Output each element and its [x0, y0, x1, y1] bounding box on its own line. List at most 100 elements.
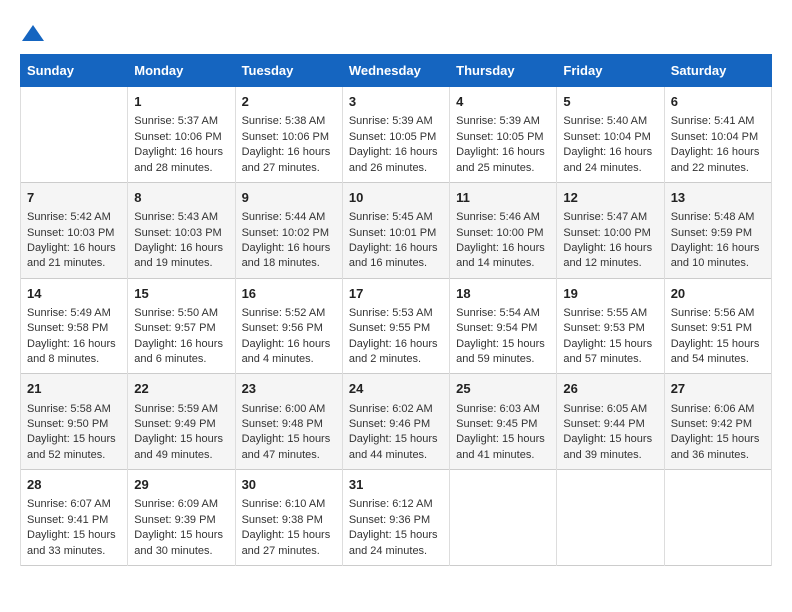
calendar-cell: 12 Sunrise: 5:47 AM Sunset: 10:00 PM Dayl…: [557, 182, 664, 278]
calendar-cell: [21, 87, 128, 183]
day-info: Sunrise: 6:10 AM Sunset: 9:38 PM Dayligh…: [242, 497, 336, 559]
day-number: 10: [349, 189, 443, 207]
day-number: 14: [27, 285, 121, 303]
day-number: 3: [349, 93, 443, 111]
day-info: Sunrise: 6:03 AM Sunset: 9:45 PM Dayligh…: [456, 402, 550, 464]
day-info: Sunrise: 5:39 AM Sunset: 10:05 PM Daylig…: [456, 114, 550, 176]
calendar-cell: 13 Sunrise: 5:48 AM Sunset: 9:59 PM Dayli…: [664, 182, 771, 278]
logo-arrow-icon: [22, 25, 44, 41]
day-number: 27: [671, 380, 765, 398]
day-number: 9: [242, 189, 336, 207]
calendar-cell: [557, 470, 664, 566]
logo: [20, 20, 44, 44]
day-info: Sunrise: 5:38 AM Sunset: 10:06 PM Daylig…: [242, 114, 336, 176]
day-info: Sunrise: 5:49 AM Sunset: 9:58 PM Dayligh…: [27, 306, 121, 368]
day-number: 25: [456, 380, 550, 398]
calendar-cell: 10Sunrise: 5:45 AM Sunset: 10:01 PM Dayl…: [342, 182, 449, 278]
day-info: Sunrise: 5:56 AM Sunset: 9:51 PM Dayligh…: [671, 306, 765, 368]
day-number: 12: [563, 189, 657, 207]
day-number: 7: [27, 189, 121, 207]
day-info: Sunrise: 5:55 AM Sunset: 9:53 PM Dayligh…: [563, 306, 657, 368]
calendar-header: SundayMondayTuesdayWednesdayThursdayFrid…: [21, 55, 772, 87]
calendar-cell: 28 Sunrise: 6:07 AM Sunset: 9:41 PM Dayli…: [21, 470, 128, 566]
calendar-cell: [664, 470, 771, 566]
weekday-header-monday: Monday: [128, 55, 235, 87]
day-number: 5: [563, 93, 657, 111]
calendar-cell: 5 Sunrise: 5:40 AM Sunset: 10:04 PM Dayli…: [557, 87, 664, 183]
calendar-cell: 31 Sunrise: 6:12 AM Sunset: 9:36 PM Dayli…: [342, 470, 449, 566]
calendar-cell: 14 Sunrise: 5:49 AM Sunset: 9:58 PM Dayli…: [21, 278, 128, 374]
calendar-cell: 3 Sunrise: 5:39 AM Sunset: 10:05 PM Dayli…: [342, 87, 449, 183]
calendar-cell: 7 Sunrise: 5:42 AM Sunset: 10:03 PM Dayli…: [21, 182, 128, 278]
day-info: Sunrise: 5:54 AM Sunset: 9:54 PM Dayligh…: [456, 306, 550, 368]
logo-text: [20, 20, 44, 44]
weekday-header-friday: Friday: [557, 55, 664, 87]
calendar-cell: 9Sunrise: 5:44 AM Sunset: 10:02 PM Dayli…: [235, 182, 342, 278]
day-info: Sunrise: 6:09 AM Sunset: 9:39 PM Dayligh…: [134, 497, 228, 559]
day-number: 6: [671, 93, 765, 111]
day-number: 4: [456, 93, 550, 111]
calendar-cell: 25 Sunrise: 6:03 AM Sunset: 9:45 PM Dayli…: [450, 374, 557, 470]
day-number: 11: [456, 189, 550, 207]
day-number: 26: [563, 380, 657, 398]
calendar-cell: 11 Sunrise: 5:46 AM Sunset: 10:00 PM Dayl…: [450, 182, 557, 278]
calendar-cell: 29 Sunrise: 6:09 AM Sunset: 9:39 PM Dayli…: [128, 470, 235, 566]
calendar-cell: 19 Sunrise: 5:55 AM Sunset: 9:53 PM Dayli…: [557, 278, 664, 374]
calendar-cell: 23Sunrise: 6:00 AM Sunset: 9:48 PM Dayli…: [235, 374, 342, 470]
weekday-header-thursday: Thursday: [450, 55, 557, 87]
day-number: 15: [134, 285, 228, 303]
calendar-cell: 15 Sunrise: 5:50 AM Sunset: 9:57 PM Dayli…: [128, 278, 235, 374]
calendar-cell: 22Sunrise: 5:59 AM Sunset: 9:49 PM Dayli…: [128, 374, 235, 470]
day-info: Sunrise: 5:46 AM Sunset: 10:00 PM Daylig…: [456, 210, 550, 272]
day-number: 2: [242, 93, 336, 111]
weekday-header-tuesday: Tuesday: [235, 55, 342, 87]
calendar-cell: 1Sunrise: 5:37 AM Sunset: 10:06 PM Dayli…: [128, 87, 235, 183]
calendar-week-2: 7 Sunrise: 5:42 AM Sunset: 10:03 PM Dayli…: [21, 182, 772, 278]
day-number: 30: [242, 476, 336, 494]
weekday-header-wednesday: Wednesday: [342, 55, 449, 87]
day-number: 29: [134, 476, 228, 494]
day-info: Sunrise: 5:39 AM Sunset: 10:05 PM Daylig…: [349, 114, 443, 176]
day-number: 18: [456, 285, 550, 303]
day-number: 28: [27, 476, 121, 494]
day-info: Sunrise: 5:40 AM Sunset: 10:04 PM Daylig…: [563, 114, 657, 176]
calendar-cell: 24 Sunrise: 6:02 AM Sunset: 9:46 PM Dayli…: [342, 374, 449, 470]
day-info: Sunrise: 5:48 AM Sunset: 9:59 PM Dayligh…: [671, 210, 765, 272]
calendar-table: SundayMondayTuesdayWednesdayThursdayFrid…: [20, 54, 772, 566]
weekday-header-saturday: Saturday: [664, 55, 771, 87]
calendar-cell: 26Sunrise: 6:05 AM Sunset: 9:44 PM Dayli…: [557, 374, 664, 470]
day-info: Sunrise: 6:02 AM Sunset: 9:46 PM Dayligh…: [349, 402, 443, 464]
calendar-week-5: 28 Sunrise: 6:07 AM Sunset: 9:41 PM Dayli…: [21, 470, 772, 566]
day-info: Sunrise: 5:50 AM Sunset: 9:57 PM Dayligh…: [134, 306, 228, 368]
calendar-cell: 30 Sunrise: 6:10 AM Sunset: 9:38 PM Dayli…: [235, 470, 342, 566]
day-number: 31: [349, 476, 443, 494]
day-info: Sunrise: 6:07 AM Sunset: 9:41 PM Dayligh…: [27, 497, 121, 559]
day-info: Sunrise: 5:59 AM Sunset: 9:49 PM Dayligh…: [134, 402, 228, 464]
calendar-week-4: 21Sunrise: 5:58 AM Sunset: 9:50 PM Dayli…: [21, 374, 772, 470]
calendar-cell: 17Sunrise: 5:53 AM Sunset: 9:55 PM Dayli…: [342, 278, 449, 374]
day-info: Sunrise: 6:12 AM Sunset: 9:36 PM Dayligh…: [349, 497, 443, 559]
day-number: 17: [349, 285, 443, 303]
day-number: 8: [134, 189, 228, 207]
calendar-cell: 2 Sunrise: 5:38 AM Sunset: 10:06 PM Dayli…: [235, 87, 342, 183]
calendar-cell: 16 Sunrise: 5:52 AM Sunset: 9:56 PM Dayli…: [235, 278, 342, 374]
calendar-cell: [450, 470, 557, 566]
day-info: Sunrise: 5:52 AM Sunset: 9:56 PM Dayligh…: [242, 306, 336, 368]
day-number: 19: [563, 285, 657, 303]
day-number: 16: [242, 285, 336, 303]
calendar-week-1: 1Sunrise: 5:37 AM Sunset: 10:06 PM Dayli…: [21, 87, 772, 183]
weekday-row: SundayMondayTuesdayWednesdayThursdayFrid…: [21, 55, 772, 87]
day-info: Sunrise: 6:00 AM Sunset: 9:48 PM Dayligh…: [242, 402, 336, 464]
day-number: 24: [349, 380, 443, 398]
day-info: Sunrise: 5:47 AM Sunset: 10:00 PM Daylig…: [563, 210, 657, 272]
day-info: Sunrise: 5:37 AM Sunset: 10:06 PM Daylig…: [134, 114, 228, 176]
day-number: 13: [671, 189, 765, 207]
day-info: Sunrise: 5:42 AM Sunset: 10:03 PM Daylig…: [27, 210, 121, 272]
calendar-cell: 20Sunrise: 5:56 AM Sunset: 9:51 PM Dayli…: [664, 278, 771, 374]
calendar-body: 1Sunrise: 5:37 AM Sunset: 10:06 PM Dayli…: [21, 87, 772, 566]
calendar-week-3: 14 Sunrise: 5:49 AM Sunset: 9:58 PM Dayli…: [21, 278, 772, 374]
calendar-cell: 27Sunrise: 6:06 AM Sunset: 9:42 PM Dayli…: [664, 374, 771, 470]
day-info: Sunrise: 5:43 AM Sunset: 10:03 PM Daylig…: [134, 210, 228, 272]
calendar-cell: 8 Sunrise: 5:43 AM Sunset: 10:03 PM Dayli…: [128, 182, 235, 278]
calendar-cell: 4 Sunrise: 5:39 AM Sunset: 10:05 PM Dayli…: [450, 87, 557, 183]
